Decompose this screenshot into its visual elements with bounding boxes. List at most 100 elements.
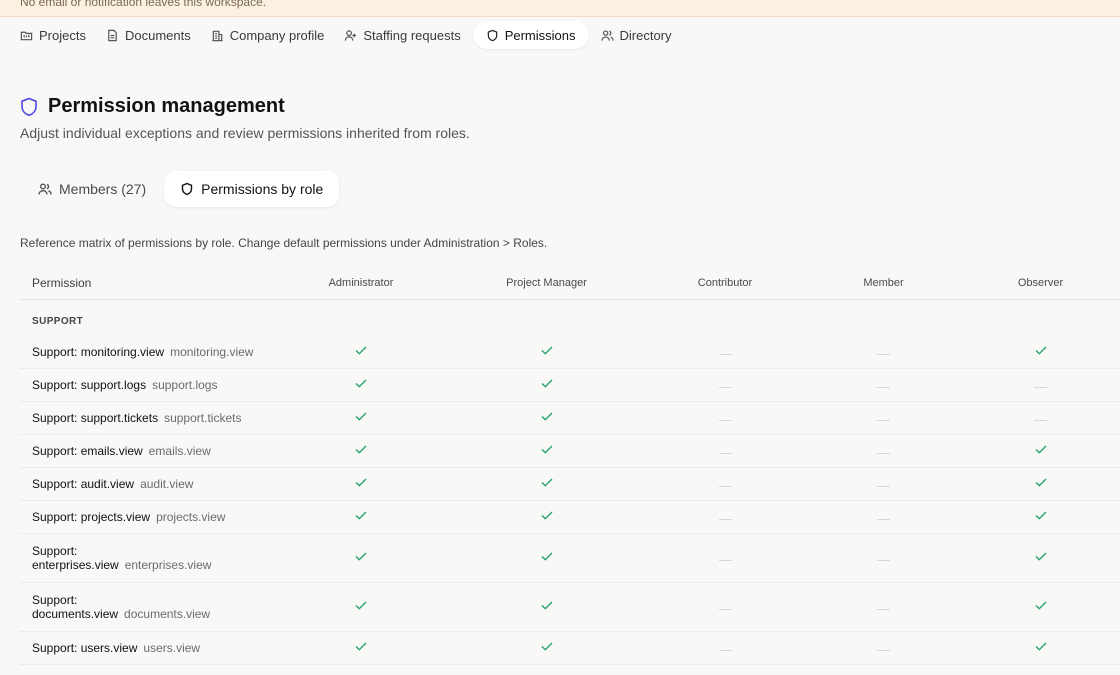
permission-value-cell [644,642,806,654]
permission-value-cell [449,552,644,564]
permission-value-cell [273,511,449,523]
permission-value-cell [449,478,644,490]
permission-key: users.view [143,641,201,655]
permission-name-line: enterprises.view enterprises.view [32,558,273,572]
check-icon [1035,642,1047,651]
permission-value-cell [961,478,1120,490]
dash-icon [877,518,890,520]
top-navigation: Projects Documents Company profile Staff… [12,21,680,49]
permission-name: enterprises.view [32,558,119,572]
check-icon [541,412,553,421]
permission-value-cell [273,445,449,457]
permission-value-cell [644,552,806,564]
nav-item-company-profile[interactable]: Company profile [203,21,333,49]
users-icon [600,29,614,41]
shield-icon [181,182,193,196]
nav-label: Directory [619,27,672,43]
permission-value-cell [806,445,961,457]
permission-cell: Support: enterprises.view enterprises.view [20,544,273,572]
table-row: Support: audit.view audit.view [20,468,1120,501]
permission-name-line: documents.view documents.view [32,607,273,621]
permission-value-cell [644,412,806,424]
dash-icon [718,386,732,388]
tab-members[interactable]: Members (27) [20,171,164,207]
nav-label: Projects [39,27,86,43]
permission-value-cell [449,445,644,457]
dash-icon [877,559,890,561]
nav-item-staffing-requests[interactable]: Staffing requests [336,21,468,49]
check-icon [541,478,553,487]
dash-icon [877,386,890,388]
nav-item-directory[interactable]: Directory [593,21,680,49]
dash-icon [718,608,732,610]
page-title: Permission management [48,95,285,117]
check-icon [355,412,367,421]
table-row: Support: documents.view documents.view [20,583,1120,632]
header-member: Member [863,277,904,289]
permission-value-cell [273,379,449,391]
permission-value-cell [961,346,1120,358]
check-icon [355,601,367,610]
permission-value-cell [449,412,644,424]
shield-icon [21,97,37,116]
permission-cell: Support: monitoring.view monitoring.view [20,345,273,359]
permission-value-cell [961,445,1120,457]
permission-value-cell [961,552,1120,564]
dash-icon [718,649,732,651]
header-permission: Permission [32,276,92,290]
permission-value-cell [644,601,806,613]
check-icon [355,511,367,520]
permission-value-cell [449,601,644,613]
dash-icon [718,353,732,355]
dash-icon [877,485,890,487]
tab-permissions-by-role[interactable]: Permissions by role [164,171,340,207]
nav-item-permissions[interactable]: Permissions [472,21,589,49]
permission-name: Support: audit.view [32,477,135,491]
tab-label: Permissions by role [201,181,324,197]
check-icon [541,642,553,651]
table-row: Support: support.logs support.logs [20,369,1120,402]
permission-cell: Support: support.tickets support.tickets [20,411,273,425]
nav-item-documents[interactable]: Documents [98,21,199,49]
check-icon [541,552,553,561]
permission-key: emails.view [148,444,211,458]
permission-value-cell [644,379,806,391]
nav-item-projects[interactable]: Projects [12,21,94,49]
permission-key: support.tickets [164,411,242,425]
page-header: Permission management [20,95,285,118]
permission-key: audit.view [140,477,194,491]
check-icon [541,511,553,520]
check-icon [355,642,367,651]
check-icon [355,552,367,561]
permission-value-cell [961,379,1120,391]
permission-value-cell [961,642,1120,654]
nav-label: Permissions [504,27,576,43]
permission-value-cell [806,478,961,490]
dash-icon [877,452,890,454]
dash-icon [718,485,732,487]
permission-value-cell [273,346,449,358]
check-icon [355,445,367,454]
permission-cell: Support: emails.view emails.view [20,444,273,458]
shield-icon [487,29,497,41]
table-row: Support: support.tickets support.tickets [20,402,1120,435]
permission-value-cell [273,601,449,613]
user-plus-icon [345,29,357,41]
permission-name: documents.view [32,607,119,621]
permission-name: Support: support.logs [32,378,147,392]
notice-banner: No email or notification leaves this wor… [0,0,1120,17]
permission-key: documents.view [124,607,211,621]
permission-cell: Support: projects.view projects.view [20,510,273,524]
nav-label: Company profile [229,27,325,43]
table-row: Support: enterprises.view enterprises.view [20,534,1120,583]
permission-cell: Support: documents.view documents.view [20,593,273,621]
permission-value-cell [806,511,961,523]
dash-icon [1034,386,1047,388]
header-contributor: Contributor [697,277,753,289]
matrix-rows: Support: monitoring.view monitoring.view S… [20,336,1120,665]
check-icon [1035,552,1047,561]
tab-label: Members (27) [59,181,147,197]
dash-icon [1034,419,1047,421]
permission-value-cell [806,601,961,613]
permission-value-cell [806,346,961,358]
